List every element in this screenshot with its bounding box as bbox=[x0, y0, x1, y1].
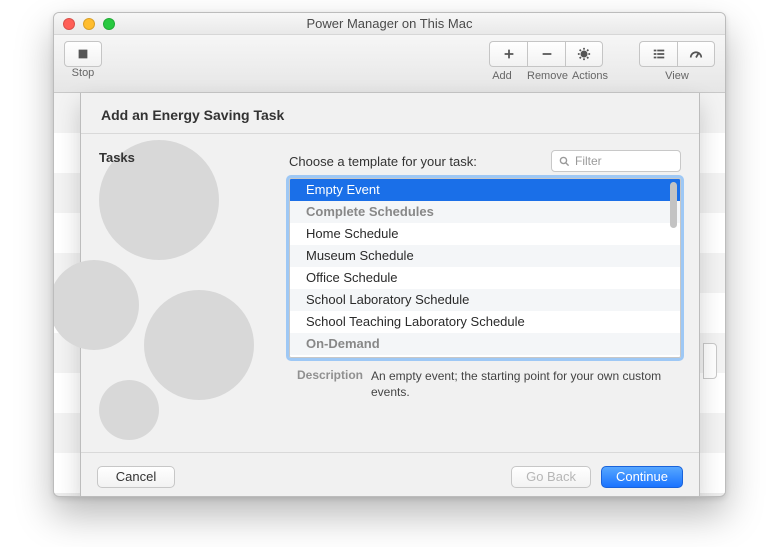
cancel-button[interactable]: Cancel bbox=[97, 466, 175, 488]
description-text: An empty event; the starting point for y… bbox=[371, 368, 679, 400]
minimize-window-button[interactable] bbox=[83, 18, 95, 30]
search-icon bbox=[559, 156, 570, 167]
list-section-header: On-Demand bbox=[290, 333, 680, 355]
sidebar-step-label: Tasks bbox=[99, 150, 135, 165]
view-label: View bbox=[665, 70, 689, 82]
actions-label: Actions bbox=[571, 70, 609, 82]
close-window-button[interactable] bbox=[63, 18, 75, 30]
add-label: Add bbox=[483, 70, 521, 82]
list-item[interactable]: School Teaching Laboratory Schedule bbox=[290, 311, 680, 333]
titlebar[interactable]: Power Manager on This Mac bbox=[54, 13, 725, 35]
list-item[interactable]: Office Schedule bbox=[290, 267, 680, 289]
stop-button[interactable] bbox=[64, 41, 102, 67]
continue-button[interactable]: Continue bbox=[601, 466, 683, 488]
view-list-button[interactable] bbox=[639, 41, 677, 67]
sheet-title: Add an Energy Saving Task bbox=[81, 93, 699, 133]
filter-input[interactable]: Filter bbox=[551, 150, 681, 172]
decorative-orb-icon bbox=[69, 140, 299, 440]
traffic-lights bbox=[63, 18, 115, 30]
view-gauge-button[interactable] bbox=[677, 41, 715, 67]
list-item[interactable]: Empty Event bbox=[290, 179, 680, 201]
go-back-button[interactable]: Go Back bbox=[511, 466, 591, 488]
remove-label: Remove bbox=[527, 70, 565, 82]
background-control-fragment bbox=[703, 343, 717, 379]
list-item[interactable]: School Laboratory Schedule bbox=[290, 289, 680, 311]
remove-button[interactable] bbox=[527, 41, 565, 67]
list-item[interactable]: Museum Schedule bbox=[290, 245, 680, 267]
stop-label: Stop bbox=[72, 67, 95, 79]
window-title: Power Manager on This Mac bbox=[307, 16, 473, 31]
zoom-window-button[interactable] bbox=[103, 18, 115, 30]
assistant-sheet: Add an Energy Saving Task Tasks Choose a… bbox=[80, 93, 700, 497]
choose-template-label: Choose a template for your task: bbox=[289, 154, 541, 169]
main-window: Power Manager on This Mac Stop bbox=[53, 12, 726, 497]
filter-placeholder: Filter bbox=[575, 154, 602, 168]
add-button[interactable] bbox=[489, 41, 527, 67]
scrollbar-thumb[interactable] bbox=[670, 182, 677, 228]
actions-button[interactable] bbox=[565, 41, 603, 67]
list-section-header: Complete Schedules bbox=[290, 201, 680, 223]
sheet-footer: Cancel Go Back Continue bbox=[81, 452, 699, 497]
list-item[interactable]: Home Schedule bbox=[290, 223, 680, 245]
toolbar: Stop Add Remove Actions bbox=[54, 35, 725, 93]
template-list[interactable]: Empty Event Complete Schedules Home Sche… bbox=[289, 178, 681, 358]
description-label: Description bbox=[291, 368, 363, 400]
